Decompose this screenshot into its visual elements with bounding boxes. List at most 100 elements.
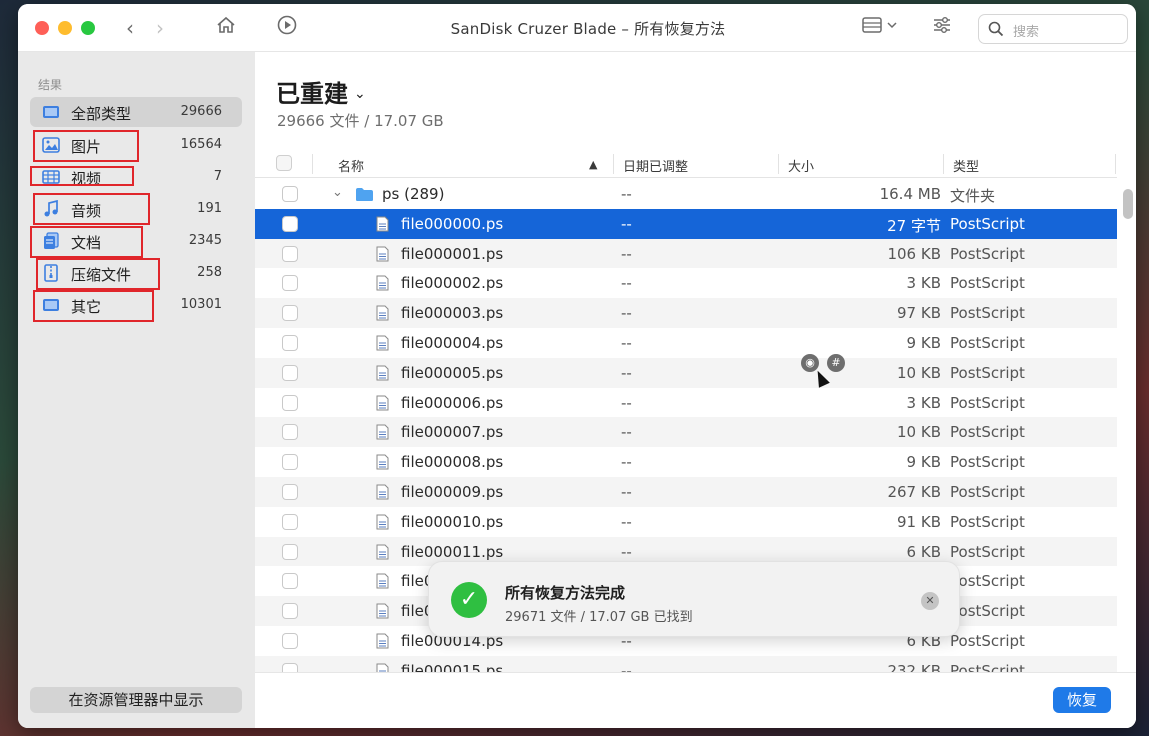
table-row[interactable]: file000003.ps -- 97 KB PostScript: [255, 298, 1117, 328]
reveal-in-explorer-button[interactable]: 在资源管理器中显示: [30, 687, 242, 713]
completion-toast: ✓ 所有恢复方法完成 29671 文件 / 17.07 GB 已找到 ✕: [428, 561, 960, 637]
home-icon[interactable]: [212, 14, 240, 43]
sidebar-item-count: 7: [213, 169, 222, 184]
column-header-name[interactable]: 名称: [338, 156, 364, 175]
file-size: 9 KB: [906, 453, 941, 472]
column-header-type[interactable]: 类型: [953, 156, 979, 175]
postscript-file-icon: [376, 275, 389, 291]
row-checkbox[interactable]: [282, 305, 298, 322]
file-date: --: [621, 214, 632, 233]
row-checkbox[interactable]: [282, 245, 298, 262]
file-name: file000004.ps: [401, 333, 504, 352]
back-icon[interactable]: ‹: [116, 14, 144, 42]
file-size: 3 KB: [906, 393, 941, 412]
file-date: --: [621, 482, 632, 501]
hash-icon[interactable]: #: [827, 354, 845, 372]
zoom-window-button[interactable]: [81, 21, 95, 35]
row-checkbox[interactable]: [282, 513, 298, 530]
file-size: 97 KB: [897, 304, 941, 323]
sidebar-item-count: 10301: [180, 297, 222, 312]
file-date: --: [621, 661, 632, 672]
file-name: file000011.ps: [401, 542, 504, 561]
close-window-button[interactable]: [35, 21, 49, 35]
table-row[interactable]: file000005.ps -- 10 KB PostScript: [255, 357, 1117, 388]
row-checkbox[interactable]: [282, 394, 298, 411]
page-title[interactable]: 已重建 ⌄: [276, 74, 366, 109]
row-hover-actions: ◉ #: [801, 351, 853, 372]
postscript-file-icon: [376, 514, 389, 530]
file-size: 232 KB: [887, 661, 941, 672]
file-type: PostScript: [950, 274, 1025, 293]
postscript-file-icon: [376, 424, 389, 440]
filter-sliders-icon[interactable]: [928, 14, 956, 43]
row-checkbox[interactable]: [282, 632, 298, 649]
rescan-icon[interactable]: [273, 14, 301, 43]
file-date: --: [621, 274, 632, 293]
row-checkbox[interactable]: [282, 364, 298, 381]
minimize-window-button[interactable]: [58, 21, 72, 35]
folder-row[interactable]: ⌄ ps (289) -- 16.4 MB 文件夹: [255, 179, 1117, 209]
table-row[interactable]: file000006.ps -- 3 KB PostScript: [255, 388, 1117, 418]
highlight-box-video: [30, 166, 134, 186]
row-checkbox[interactable]: [282, 215, 298, 232]
search-field[interactable]: 搜索: [978, 14, 1128, 44]
row-checkbox[interactable]: [282, 573, 298, 590]
search-placeholder: 搜索: [1013, 25, 1040, 40]
chevron-down-icon: ⌄: [354, 86, 366, 102]
table-row[interactable]: file000000.ps -- 27 字节 PostScript: [255, 208, 1117, 239]
file-size: 106 KB: [887, 244, 941, 263]
row-checkbox[interactable]: [282, 483, 298, 500]
file-date: --: [621, 304, 632, 323]
column-separator: [943, 154, 944, 174]
file-type: PostScript: [950, 542, 1025, 561]
sidebar-item-label: 全部类型: [71, 105, 132, 123]
row-checkbox[interactable]: [282, 454, 298, 471]
table-row[interactable]: file000008.ps -- 9 KB PostScript: [255, 447, 1117, 477]
file-name: file000010.ps: [401, 512, 504, 531]
folder-icon: [356, 188, 373, 201]
file-date: --: [621, 393, 632, 412]
file-date: --: [621, 512, 632, 531]
disclosure-chevron-icon[interactable]: ⌄: [332, 185, 343, 200]
folder-date: --: [621, 185, 632, 203]
table-row[interactable]: file000001.ps -- 106 KB PostScript: [255, 238, 1117, 269]
table-row[interactable]: file000004.ps -- 9 KB PostScript: [255, 328, 1117, 358]
table-row[interactable]: file000015.ps -- 232 KB PostScript: [255, 655, 1117, 672]
postscript-file-icon: [376, 365, 389, 381]
table-row[interactable]: file000007.ps -- 10 KB PostScript: [255, 417, 1117, 448]
file-type: PostScript: [950, 333, 1025, 352]
table-row[interactable]: file000002.ps -- 3 KB PostScript: [255, 268, 1117, 298]
row-checkbox[interactable]: [282, 334, 298, 351]
preview-eye-icon[interactable]: ◉: [801, 354, 819, 372]
file-type: PostScript: [950, 393, 1025, 412]
column-header-size[interactable]: 大小: [788, 156, 814, 175]
select-all-checkbox[interactable]: [276, 155, 292, 171]
row-checkbox[interactable]: [282, 543, 298, 560]
forward-icon[interactable]: ›: [146, 14, 174, 42]
file-type: PostScript: [950, 482, 1025, 501]
sidebar-item-count: 258: [197, 265, 222, 280]
row-checkbox[interactable]: [282, 603, 298, 620]
view-mode-icon[interactable]: [858, 14, 902, 43]
file-type: PostScript: [950, 453, 1025, 472]
row-checkbox[interactable]: [282, 662, 298, 672]
sidebar-item-count: 29666: [180, 104, 222, 119]
vertical-scrollbar[interactable]: [1123, 189, 1133, 219]
bottom-bar: 恢复: [255, 672, 1136, 728]
close-icon[interactable]: ✕: [921, 592, 939, 610]
table-row[interactable]: file000010.ps -- 91 KB PostScript: [255, 507, 1117, 537]
row-checkbox[interactable]: [282, 275, 298, 292]
file-date: --: [621, 423, 632, 442]
column-header-date[interactable]: 日期已调整: [623, 156, 688, 175]
window-title: SanDisk Cruzer Blade – 所有恢复方法: [450, 20, 726, 38]
file-name: file000001.ps: [401, 244, 504, 263]
file-name: file000008.ps: [401, 453, 504, 472]
row-checkbox[interactable]: [282, 424, 298, 441]
sidebar-item-all-types[interactable]: 全部类型 29666: [30, 97, 242, 127]
file-type: PostScript: [950, 304, 1025, 323]
table-row[interactable]: file000009.ps -- 267 KB PostScript: [255, 476, 1117, 507]
file-name: file000003.ps: [401, 304, 504, 323]
recover-button[interactable]: 恢复: [1053, 687, 1111, 713]
search-icon: [988, 21, 1004, 37]
row-checkbox[interactable]: [282, 186, 298, 202]
